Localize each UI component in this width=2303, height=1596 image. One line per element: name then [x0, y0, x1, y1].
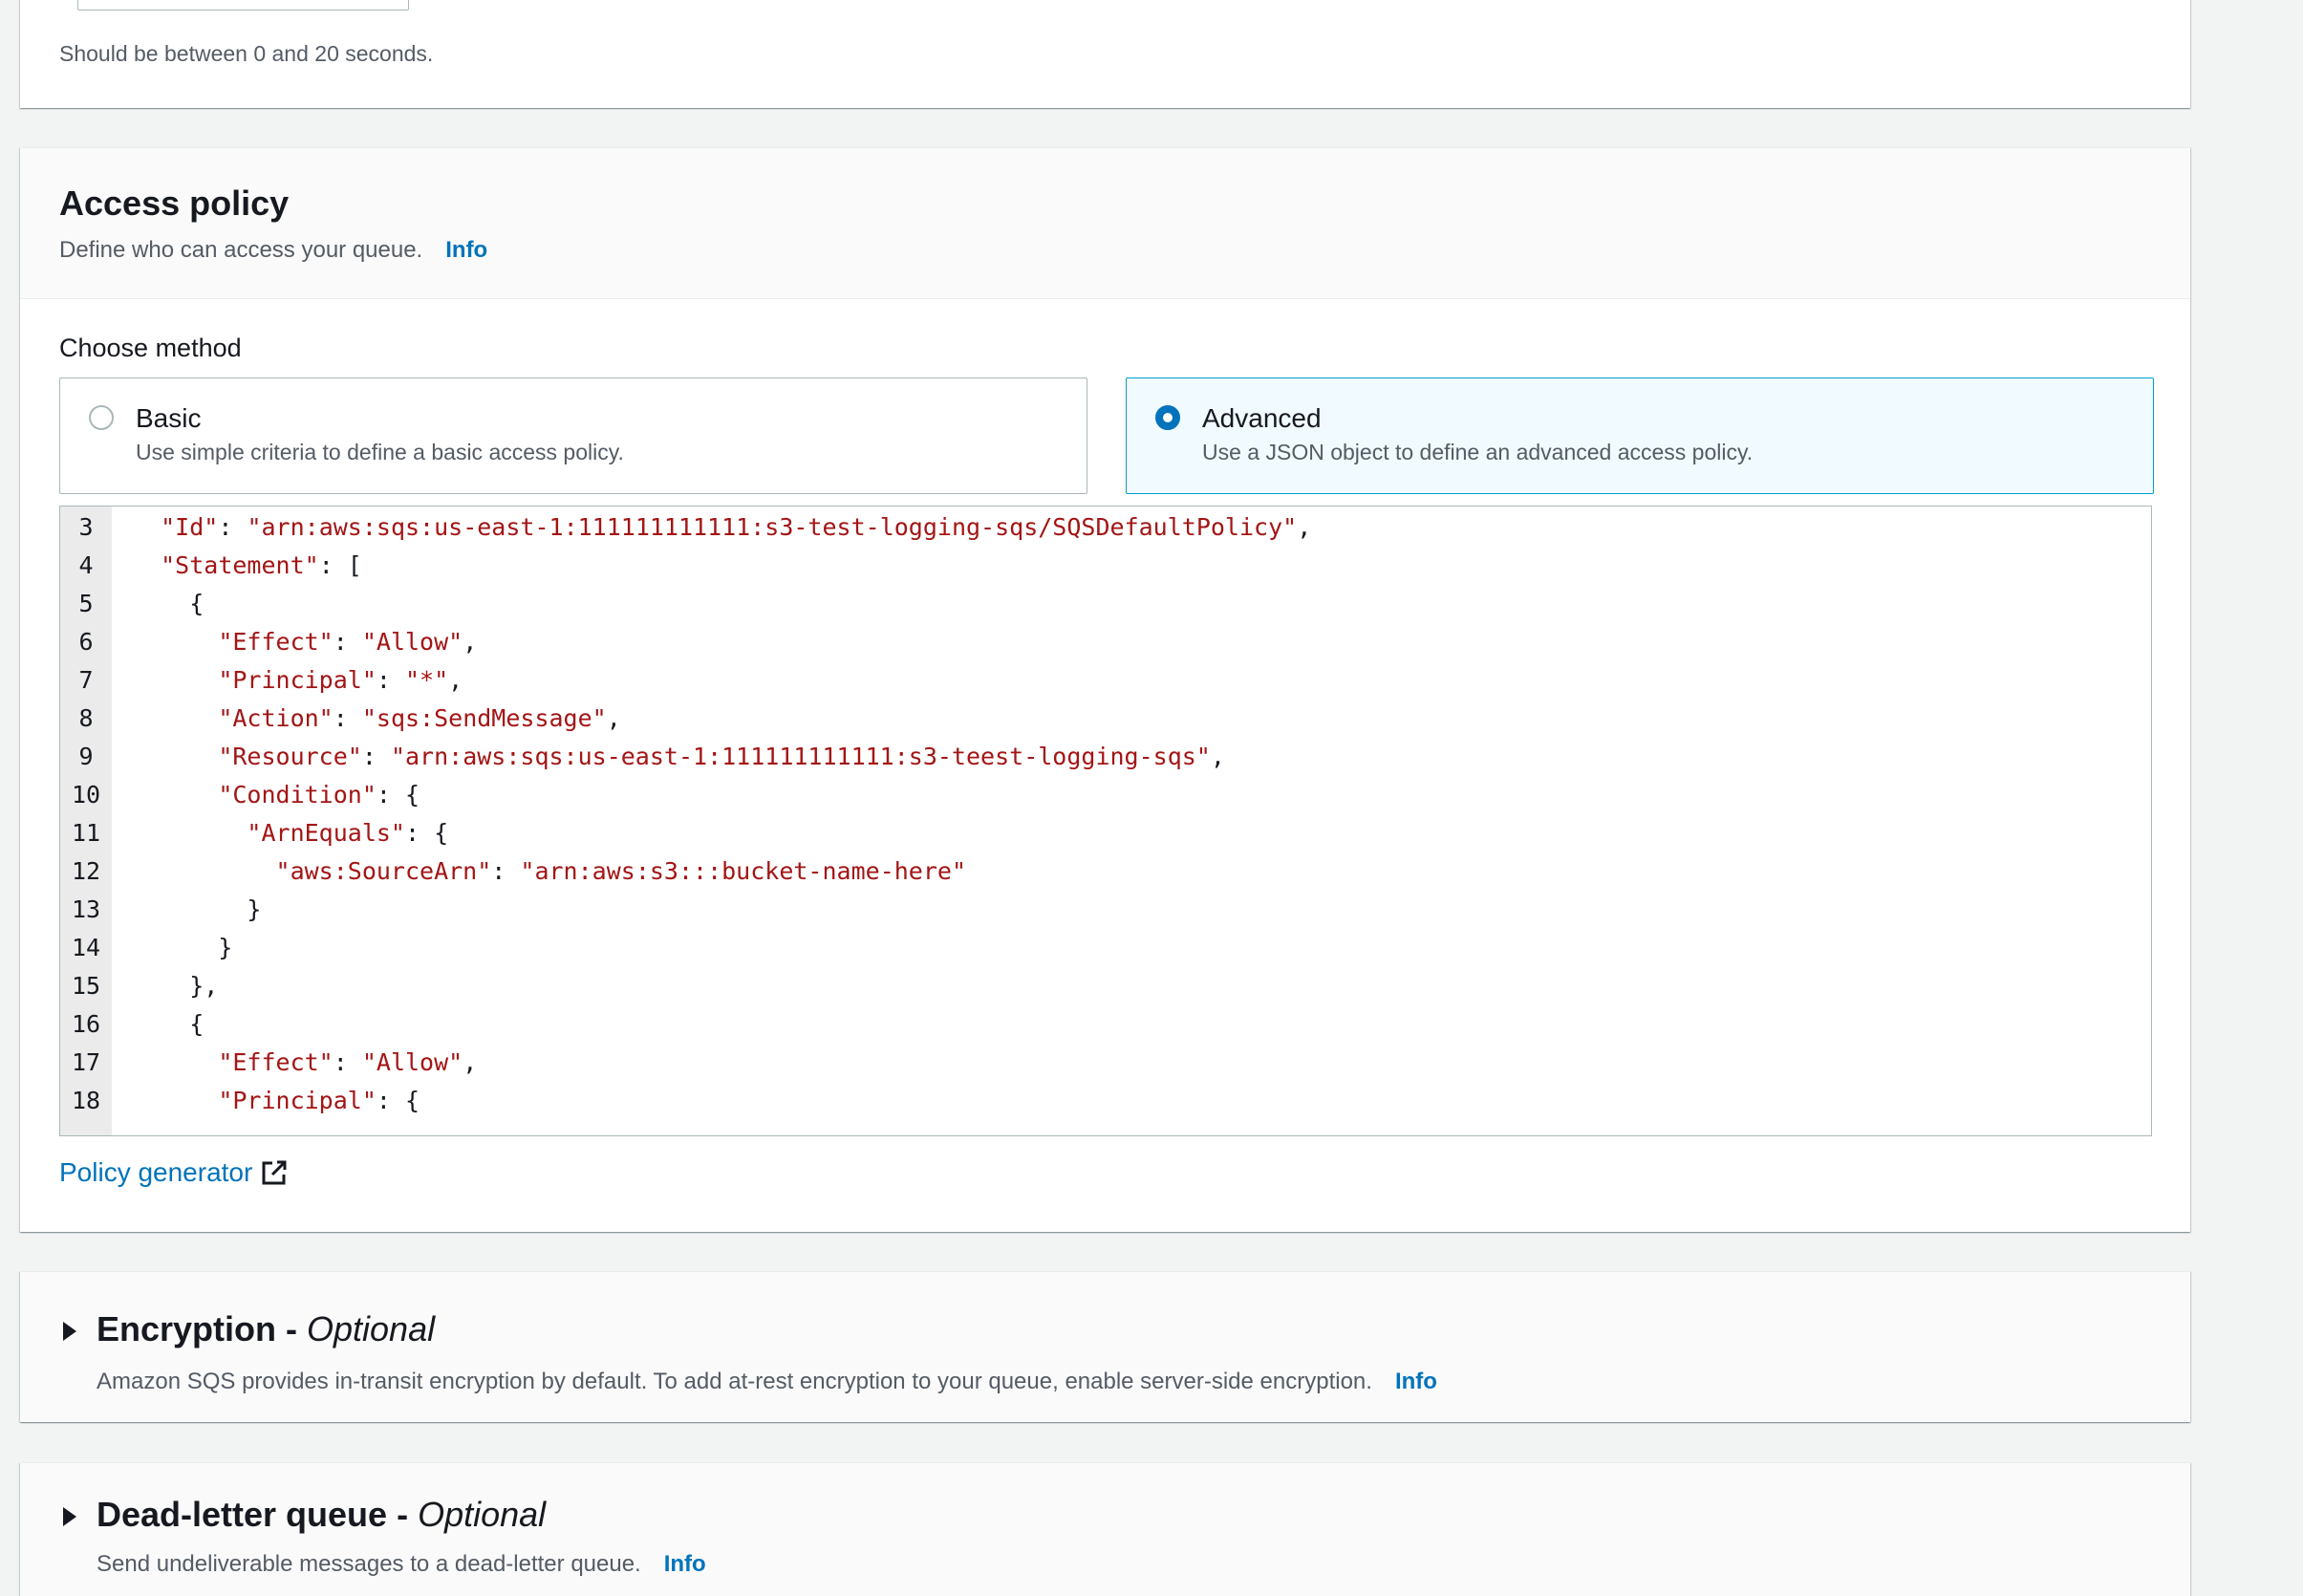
editor-line[interactable]: 18 "Principal": { [60, 1082, 2151, 1120]
encryption-description-text: Amazon SQS provides in-transit encryptio… [97, 1369, 1372, 1394]
encryption-title-text: Encryption [97, 1309, 277, 1348]
policy-json-editor[interactable]: 3 "Id": "arn:aws:sqs:us-east-1:111111111… [59, 506, 2152, 1136]
line-number: 12 [71, 857, 101, 885]
dead-letter-queue-info-link[interactable]: Info [664, 1551, 706, 1577]
dead-letter-queue-optional-label: Optional [418, 1495, 547, 1534]
access-policy-header: Access policy Define who can access your… [20, 148, 2190, 299]
policy-generator-link[interactable]: Policy generator [59, 1157, 289, 1188]
line-number: 17 [71, 1048, 101, 1076]
method-option-advanced-description: Use a JSON object to define an advanced … [1202, 440, 1754, 464]
encryption-title[interactable]: Encryption - Optional [97, 1309, 435, 1349]
editor-line[interactable]: 14 } [60, 929, 2151, 967]
editor-line[interactable]: 15 }, [60, 967, 2151, 1005]
dead-letter-queue-title[interactable]: Dead-letter queue - Optional [97, 1495, 546, 1535]
line-number: 18 [71, 1087, 101, 1114]
line-number: 13 [71, 895, 101, 923]
line-number: 16 [71, 1010, 101, 1038]
editor-line[interactable]: 8 "Action": "sqs:SendMessage", [60, 700, 2151, 738]
access-policy-panel: Access policy Define who can access your… [20, 147, 2190, 1232]
editor-line[interactable]: 7 "Principal": "*", [60, 661, 2151, 700]
editor-line[interactable]: 9 "Resource": "arn:aws:sqs:us-east-1:111… [60, 738, 2151, 776]
radio-advanced[interactable] [1155, 405, 1180, 430]
choose-method-label: Choose method [59, 334, 242, 362]
dead-letter-queue-title-text: Dead-letter queue [97, 1495, 388, 1534]
line-number: 9 [78, 743, 94, 770]
receive-wait-time-input[interactable] [77, 0, 409, 11]
editor-line[interactable]: 10 "Condition": { [60, 776, 2151, 814]
line-code[interactable]: "Statement": [ [132, 547, 362, 585]
line-code[interactable]: "Principal": { [132, 1082, 420, 1120]
line-code[interactable]: }, [132, 967, 218, 1005]
editor-line[interactable]: 17 "Effect": "Allow", [60, 1044, 2151, 1082]
line-code[interactable]: } [132, 929, 232, 967]
receive-wait-time-hint: Should be between 0 and 20 seconds. [59, 41, 434, 66]
message-settings-panel: Should be between 0 and 20 seconds. [20, 0, 2190, 108]
radio-basic[interactable] [89, 405, 114, 430]
method-option-basic-description: Use simple criteria to define a basic ac… [136, 440, 624, 464]
line-number: 15 [71, 972, 101, 1000]
method-option-advanced[interactable]: Advanced Use a JSON object to define an … [1126, 377, 2154, 494]
editor-line[interactable]: 3 "Id": "arn:aws:sqs:us-east-1:111111111… [60, 508, 2151, 547]
policy-generator-label[interactable]: Policy generator [59, 1157, 252, 1188]
line-code[interactable]: "Action": "sqs:SendMessage", [132, 700, 620, 738]
line-code[interactable]: "aws:SourceArn": "arn:aws:s3:::bucket-na… [132, 852, 966, 891]
editor-line[interactable]: 11 "ArnEquals": { [60, 814, 2151, 852]
line-code[interactable]: "Id": "arn:aws:sqs:us-east-1:11111111111… [132, 508, 1311, 547]
method-option-advanced-title: Advanced [1202, 403, 1322, 433]
line-code[interactable]: { [132, 1005, 204, 1044]
access-policy-description: Define who can access your queue. Info [59, 237, 487, 264]
line-number: 8 [78, 704, 94, 732]
method-option-basic-title: Basic [136, 403, 202, 433]
line-code[interactable]: "Effect": "Allow", [132, 623, 477, 661]
dead-letter-queue-description-text: Send undeliverable messages to a dead-le… [97, 1551, 641, 1577]
dead-letter-queue-title-separator: - [387, 1495, 419, 1534]
encryption-info-link[interactable]: Info [1395, 1369, 1437, 1394]
access-policy-title: Access policy [59, 183, 290, 223]
expand-caret-icon[interactable] [63, 1322, 76, 1341]
external-link-icon [262, 1160, 287, 1185]
encryption-optional-label: Optional [307, 1309, 436, 1348]
editor-line[interactable]: 5 { [60, 585, 2151, 623]
line-number: 10 [71, 781, 101, 809]
editor-line[interactable]: 16 { [60, 1005, 2151, 1044]
editor-code-area[interactable]: 3 "Id": "arn:aws:sqs:us-east-1:111111111… [60, 508, 2151, 1120]
access-policy-info-link[interactable]: Info [445, 237, 487, 263]
line-code[interactable]: "Condition": { [132, 776, 420, 814]
line-code[interactable]: "Resource": "arn:aws:sqs:us-east-1:11111… [132, 738, 1225, 776]
line-code[interactable]: { [132, 585, 204, 623]
line-number: 7 [78, 666, 94, 694]
line-code[interactable]: "Principal": "*", [132, 661, 463, 700]
editor-line[interactable]: 13 } [60, 891, 2151, 929]
line-number: 14 [71, 934, 101, 961]
editor-line[interactable]: 4 "Statement": [ [60, 547, 2151, 585]
line-number: 6 [78, 628, 94, 656]
line-number: 3 [78, 513, 94, 541]
access-policy-description-text: Define who can access your queue. [59, 237, 423, 263]
method-option-basic[interactable]: Basic Use simple criteria to define a ba… [59, 377, 1087, 494]
encryption-description: Amazon SQS provides in-transit encryptio… [97, 1369, 1437, 1395]
dead-letter-queue-panel: Dead-letter queue - Optional Send undeli… [20, 1462, 2190, 1596]
line-code[interactable]: } [132, 891, 261, 929]
line-code[interactable]: "ArnEquals": { [132, 814, 448, 852]
dead-letter-queue-description: Send undeliverable messages to a dead-le… [97, 1551, 706, 1578]
line-number: 11 [71, 819, 101, 847]
editor-line[interactable]: 12 "aws:SourceArn": "arn:aws:s3:::bucket… [60, 852, 2151, 891]
expand-caret-icon[interactable] [63, 1507, 76, 1526]
line-number: 4 [78, 551, 94, 579]
encryption-panel: Encryption - Optional Amazon SQS provide… [20, 1271, 2190, 1422]
line-code[interactable]: "Effect": "Allow", [132, 1044, 477, 1082]
line-number: 5 [78, 590, 94, 617]
editor-line[interactable]: 6 "Effect": "Allow", [60, 623, 2151, 661]
encryption-title-separator: - [276, 1309, 308, 1348]
